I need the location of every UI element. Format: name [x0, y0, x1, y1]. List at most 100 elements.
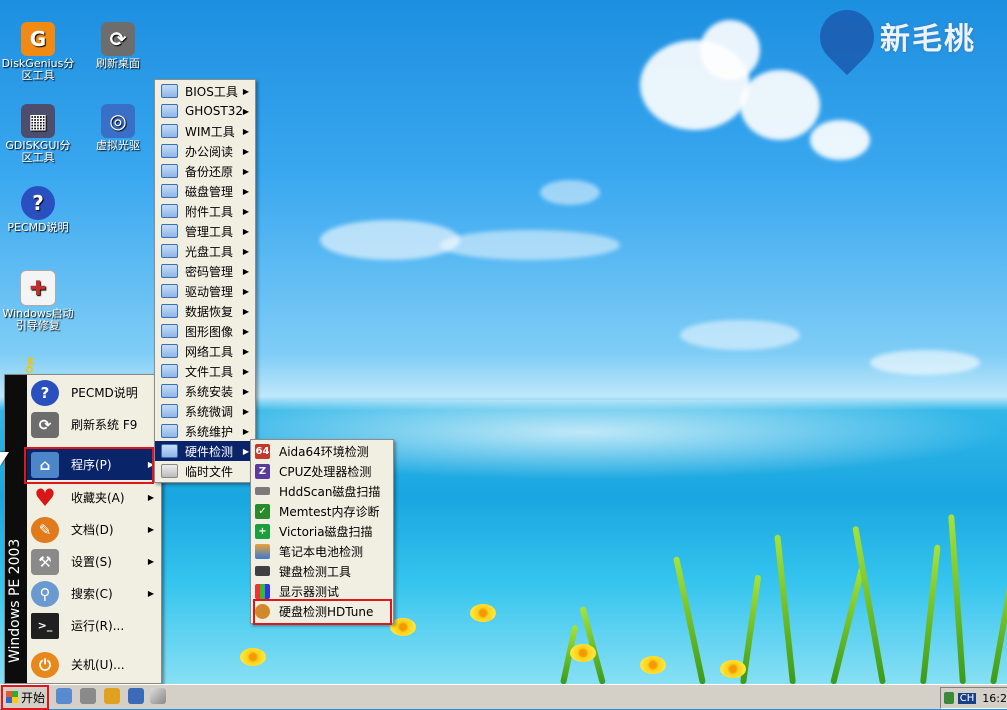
hw-item-hddscan[interactable]: HddScan磁盘扫描	[251, 481, 393, 501]
menu-item-label: 磁盘管理	[185, 184, 234, 199]
submenu-arrow-icon: ▶	[147, 557, 154, 566]
hw-item-laptop-battery[interactable]: 笔记本电池检测	[251, 541, 393, 561]
start-menu-banner: Windows PE 2003	[5, 375, 27, 683]
programs-item-hardware-detection[interactable]: 硬件检测 ▶	[155, 441, 255, 461]
quicklaunch-printer-icon[interactable]	[80, 688, 96, 704]
hw-item-cpuz[interactable]: Z CPUZ处理器检测	[251, 461, 393, 481]
programs-item-temp-files[interactable]: 临时文件	[155, 461, 255, 481]
quicklaunch-computer-icon[interactable]	[128, 688, 144, 704]
start-item-label: PECMD说明	[71, 386, 138, 400]
quicklaunch-eraser-icon[interactable]	[150, 688, 166, 704]
menu-item-label: 备份还原	[185, 164, 234, 179]
programs-menu: BIOS工具 ▶ GHOST32 ▶ WIM工具 ▶ 办公阅读 ▶ 备份还原 ▶ 磁盘管理…	[154, 79, 256, 483]
programs-item-graphics[interactable]: 图形图像 ▶	[155, 321, 255, 341]
monitor-test-icon	[255, 583, 270, 599]
start-item-label: 刷新系统 F9	[71, 418, 138, 432]
desktop-icon-refresh-desktop[interactable]: ⟳ 刷新桌面	[80, 22, 156, 70]
programs-item-system-maintenance[interactable]: 系统维护 ▶	[155, 421, 255, 441]
menu-item-label: Aida64环境检测	[279, 444, 369, 459]
start-button[interactable]: 开始	[2, 687, 46, 707]
programs-item-admin-tools[interactable]: 管理工具 ▶	[155, 221, 255, 241]
submenu-arrow-icon: ▶	[242, 306, 249, 316]
shortcut-icon	[161, 464, 178, 478]
start-item-refresh-system[interactable]: ⟳ 刷新系统 F9	[27, 409, 160, 440]
programs-item-password-management[interactable]: 密码管理 ▶	[155, 261, 255, 281]
menu-item-label: HddScan磁盘扫描	[279, 484, 381, 499]
submenu-arrow-icon: ▶	[242, 166, 249, 176]
start-item-pecmd-help[interactable]: ? PECMD说明	[27, 377, 160, 408]
programs-item-accessories[interactable]: 附件工具 ▶	[155, 201, 255, 221]
clock[interactable]: 16:2	[982, 692, 1007, 705]
quicklaunch-folder-icon[interactable]	[104, 688, 120, 704]
programs-item-system-install[interactable]: 系统安装 ▶	[155, 381, 255, 401]
programs-item-bios-tools[interactable]: BIOS工具 ▶	[155, 81, 255, 101]
diskgenius-icon: G	[21, 22, 55, 56]
aida64-icon: 64	[255, 443, 270, 459]
menu-item-label: 系统安装	[185, 384, 234, 399]
programs-item-ghost32[interactable]: GHOST32 ▶	[155, 101, 255, 121]
start-item-programs[interactable]: ⌂ 程序(P) ▶	[27, 449, 160, 480]
menu-item-label: 驱动管理	[185, 284, 234, 299]
hw-item-aida64[interactable]: 64 Aida64环境检测	[251, 441, 393, 461]
language-indicator[interactable]: CH	[957, 692, 977, 704]
folder-icon	[161, 444, 178, 458]
start-item-favorites[interactable]: ♥ 收藏夹(A) ▶	[27, 482, 160, 513]
start-item-label: 运行(R)...	[71, 619, 125, 633]
programs-item-disk-management[interactable]: 磁盘管理 ▶	[155, 181, 255, 201]
programs-item-office-reading[interactable]: 办公阅读 ▶	[155, 141, 255, 161]
desktop-icon-gdiskgui[interactable]: ▦ GDISKGUI分区工具	[0, 104, 76, 164]
submenu-arrow-icon: ▶	[242, 206, 249, 216]
menu-item-label: CPUZ处理器检测	[279, 464, 372, 479]
programs-item-backup-restore[interactable]: 备份还原 ▶	[155, 161, 255, 181]
programs-item-disc-tools[interactable]: 光盘工具 ▶	[155, 241, 255, 261]
start-item-settings[interactable]: ⚒ 设置(S) ▶	[27, 546, 160, 577]
start-item-label: 收藏夹(A)	[71, 491, 125, 505]
submenu-arrow-icon: ▶	[242, 266, 249, 276]
programs-item-network-tools[interactable]: 网络工具 ▶	[155, 341, 255, 361]
start-button-label: 开始	[21, 690, 46, 705]
menu-item-label: Memtest内存诊断	[279, 504, 380, 519]
submenu-arrow-icon: ▶	[242, 406, 249, 416]
desktop-key-icon[interactable]: ⚷	[22, 352, 50, 376]
tray-network-icon[interactable]	[944, 692, 954, 704]
hw-item-victoria[interactable]: + Victoria磁盘扫描	[251, 521, 393, 541]
refresh-icon: ⟳	[31, 411, 59, 438]
start-item-run[interactable]: >_ 运行(R)...	[27, 610, 160, 641]
programs-item-system-tweaks[interactable]: 系统微调 ▶	[155, 401, 255, 421]
hw-item-hdtune[interactable]: 硬盘检测HDTune	[251, 601, 393, 621]
programs-item-data-recovery[interactable]: 数据恢复 ▶	[155, 301, 255, 321]
menu-item-label: GHOST32	[185, 104, 243, 118]
folder-icon	[161, 84, 178, 98]
start-item-shutdown[interactable]: ⏻ 关机(U)...	[27, 649, 160, 680]
start-item-documents[interactable]: ✎ 文档(D) ▶	[27, 514, 160, 545]
desktop-icon-virtual-drive[interactable]: ◎ 虚拟光驱	[80, 104, 156, 152]
start-item-label: 程序(P)	[71, 458, 112, 472]
start-item-label: 文档(D)	[71, 523, 114, 537]
start-item-search[interactable]: ⚲ 搜索(C) ▶	[27, 578, 160, 609]
hw-item-memtest[interactable]: ✓ Memtest内存诊断	[251, 501, 393, 521]
folder-icon	[161, 404, 178, 418]
start-item-label: 关机(U)...	[71, 658, 125, 672]
folder-icon	[161, 204, 178, 218]
hw-item-keyboard-test[interactable]: 键盘检测工具	[251, 561, 393, 581]
start-menu: Windows PE 2003 ? PECMD说明 ⟳ 刷新系统 F9 ⌂ 程序…	[4, 374, 162, 684]
folder-icon	[161, 344, 178, 358]
start-item-label: 设置(S)	[71, 555, 112, 569]
submenu-arrow-icon: ▶	[242, 346, 249, 356]
submenu-arrow-icon: ▶	[147, 589, 154, 598]
menu-item-label: 显示器测试	[279, 584, 340, 599]
keyboard-icon	[255, 566, 270, 576]
folder-icon	[161, 424, 178, 438]
desktop-icon-diskgenius[interactable]: G DiskGenius分区工具	[0, 22, 76, 82]
submenu-arrow-icon: ▶	[242, 286, 249, 296]
menu-item-label: 系统维护	[185, 424, 234, 439]
submenu-arrow-icon: ▶	[242, 446, 249, 456]
virtual-drive-icon: ◎	[101, 104, 135, 138]
desktop-icon-boot-repair[interactable]: ✚ Windows启动引导修复	[0, 270, 76, 332]
desktop-icon-pecmd-help[interactable]: ? PECMD说明	[0, 186, 76, 234]
programs-item-file-tools[interactable]: 文件工具 ▶	[155, 361, 255, 381]
quicklaunch-explorer-icon[interactable]	[56, 688, 72, 704]
programs-item-driver-management[interactable]: 驱动管理 ▶	[155, 281, 255, 301]
programs-item-wim-tools[interactable]: WIM工具 ▶	[155, 121, 255, 141]
hw-item-monitor-test[interactable]: 显示器测试	[251, 581, 393, 601]
